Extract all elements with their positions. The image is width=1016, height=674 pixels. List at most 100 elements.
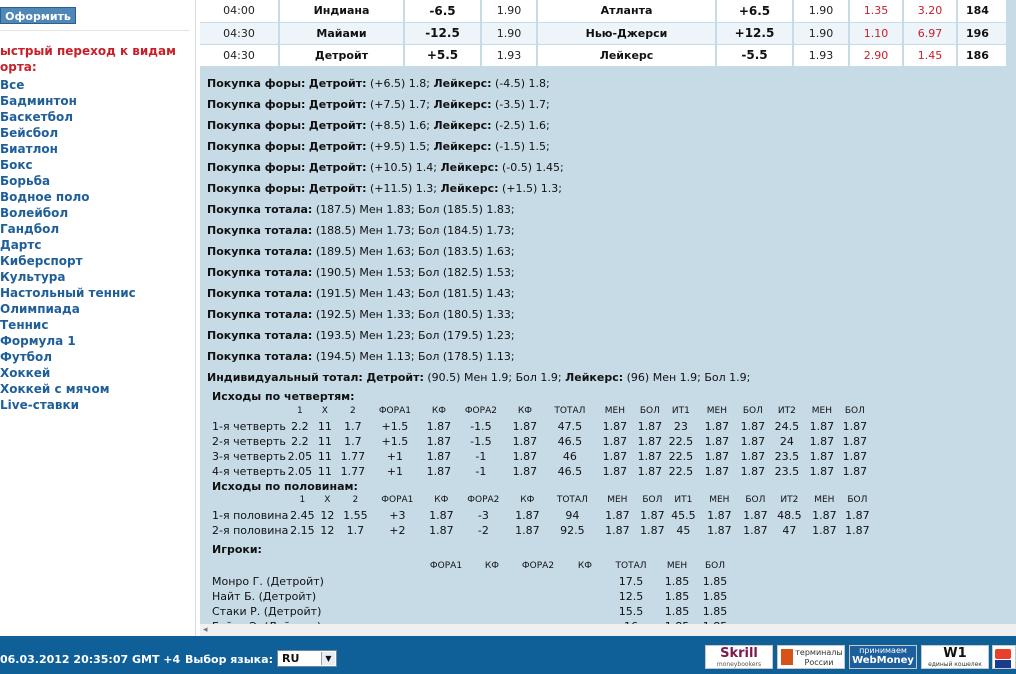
odds-cell[interactable]: 2.45	[288, 508, 316, 523]
sport-link[interactable]: Олимпиада	[0, 301, 136, 317]
sport-link[interactable]: Теннис	[0, 317, 136, 333]
odds-cell[interactable]: 1.87	[736, 464, 770, 479]
odds-cell[interactable]: 1.87	[420, 464, 458, 479]
win-odds-1[interactable]: 2.90	[849, 44, 904, 67]
sport-link[interactable]: Live-ставки	[0, 397, 136, 413]
odds-cell[interactable]	[420, 604, 472, 619]
bet-line-value[interactable]: (189.5) Мен 1.63; Бол (183.5) 1.63;	[316, 245, 515, 258]
odds-cell[interactable]: -3	[460, 508, 506, 523]
odds-cell[interactable]: 46.5	[546, 434, 594, 449]
odds-cell[interactable]: 1.87	[594, 434, 636, 449]
away-handicap[interactable]: +12.5	[716, 22, 794, 45]
total-value[interactable]: 196	[957, 22, 1008, 45]
odds-cell[interactable]: 22.5	[664, 434, 698, 449]
bet-line-value[interactable]: (96) Мен 1.9; Бол 1.9;	[627, 371, 751, 384]
odds-cell[interactable]: 1.87	[636, 434, 664, 449]
odds-cell[interactable]: 1.87	[804, 434, 840, 449]
odds-cell[interactable]: 45	[666, 523, 700, 538]
odds-cell[interactable]: 1.87	[636, 464, 664, 479]
odds-cell[interactable]: 1.87	[738, 508, 772, 523]
odds-cell[interactable]	[420, 574, 472, 589]
odds-cell[interactable]: +3	[372, 508, 422, 523]
home-handicap-odds[interactable]: 1.90	[481, 0, 538, 23]
odds-cell[interactable]: 1.87	[842, 523, 872, 538]
away-handicap-odds[interactable]: 1.90	[793, 22, 850, 45]
odds-cell[interactable]: 1.87	[736, 434, 770, 449]
sport-link[interactable]: Бейсбол	[0, 125, 136, 141]
bet-line-value[interactable]: (-2.5) 1.6;	[495, 119, 550, 132]
odds-cell[interactable]: 47.5	[546, 419, 594, 434]
unified-wallet-logo[interactable]: W1 единый кошелек	[921, 645, 989, 669]
odds-cell[interactable]: 47	[772, 523, 806, 538]
odds-cell[interactable]: 1.87	[422, 508, 460, 523]
sport-link[interactable]: Баскетбол	[0, 109, 136, 125]
sport-link[interactable]: Культура	[0, 269, 136, 285]
bet-line-value[interactable]: (+7.5) 1.7;	[370, 98, 430, 111]
odds-cell[interactable]: 2.2	[286, 419, 314, 434]
odds-cell[interactable]: 1.87	[636, 449, 664, 464]
odds-cell[interactable]: 12	[316, 508, 338, 523]
odds-cell[interactable]: 1.87	[698, 434, 736, 449]
odds-cell[interactable]: 11	[314, 419, 336, 434]
odds-cell[interactable]	[512, 574, 564, 589]
sport-link[interactable]: Все	[0, 77, 136, 93]
odds-cell[interactable]: 1.87	[504, 449, 546, 464]
odds-cell[interactable]: 1.87	[840, 449, 870, 464]
odds-cell[interactable]: 1.85	[698, 604, 732, 619]
odds-cell[interactable]: 1.87	[736, 419, 770, 434]
home-handicap[interactable]: -12.5	[404, 22, 482, 45]
bet-line-value[interactable]: (-4.5) 1.8;	[495, 77, 550, 90]
odds-cell[interactable]: 1.87	[594, 449, 636, 464]
bet-line-value[interactable]: (188.5) Мен 1.73; Бол (184.5) 1.73;	[316, 224, 515, 237]
odds-cell[interactable]: 1.87	[638, 508, 666, 523]
odds-cell[interactable]: 1.87	[638, 523, 666, 538]
odds-cell[interactable]	[564, 589, 606, 604]
odds-cell[interactable]: 24.5	[770, 419, 804, 434]
odds-cell[interactable]: 1.77	[336, 464, 370, 479]
home-handicap-odds[interactable]: 1.90	[481, 22, 538, 45]
sport-link[interactable]: Бадминтон	[0, 93, 136, 109]
odds-cell[interactable]: 1.87	[804, 419, 840, 434]
bet-line-value[interactable]: (+11.5) 1.3;	[370, 182, 437, 195]
total-value[interactable]: 184	[957, 0, 1008, 23]
odds-cell[interactable]	[420, 589, 472, 604]
odds-cell[interactable]: 48.5	[772, 508, 806, 523]
odds-cell[interactable]: +1	[370, 449, 420, 464]
sport-link[interactable]: Футбол	[0, 349, 136, 365]
bet-line-value[interactable]: (+8.5) 1.6;	[370, 119, 430, 132]
odds-cell[interactable]: 1.87	[842, 508, 872, 523]
sport-link[interactable]: Хоккей	[0, 365, 136, 381]
odds-cell[interactable]: 1.87	[504, 434, 546, 449]
odds-cell[interactable]: 11	[314, 464, 336, 479]
odds-cell[interactable]: 23.5	[770, 464, 804, 479]
odds-cell[interactable]: -1.5	[458, 434, 504, 449]
bet-line-value[interactable]: (+9.5) 1.5;	[370, 140, 430, 153]
win-odds-1[interactable]: 1.10	[849, 22, 904, 45]
sport-link[interactable]: Водное поло	[0, 189, 136, 205]
odds-cell[interactable]: 1.87	[504, 464, 546, 479]
win-odds-2[interactable]: 3.20	[903, 0, 958, 23]
odds-cell[interactable]: 12.5	[606, 589, 656, 604]
odds-cell[interactable]: 1.87	[736, 449, 770, 464]
odds-cell[interactable]: 15.5	[606, 604, 656, 619]
sport-link[interactable]: Хоккей с мячом	[0, 381, 136, 397]
odds-cell[interactable]: 1.87	[506, 508, 548, 523]
odds-cell[interactable]: +1	[370, 464, 420, 479]
away-handicap-odds[interactable]: 1.93	[793, 44, 850, 67]
sport-link[interactable]: Борьба	[0, 173, 136, 189]
sport-link[interactable]: Настольный теннис	[0, 285, 136, 301]
odds-cell[interactable]: 1.87	[596, 523, 638, 538]
win-odds-1[interactable]: 1.35	[849, 0, 904, 23]
home-handicap[interactable]: +5.5	[404, 44, 482, 67]
bet-line-value[interactable]: (192.5) Мен 1.33; Бол (180.5) 1.33;	[316, 308, 515, 321]
odds-cell[interactable]: 2.05	[286, 449, 314, 464]
home-handicap-odds[interactable]: 1.93	[481, 44, 538, 67]
odds-cell[interactable]: 2.15	[288, 523, 316, 538]
bet-line-value[interactable]: (191.5) Мен 1.43; Бол (181.5) 1.43;	[316, 287, 515, 300]
bet-line-value[interactable]: (+10.5) 1.4;	[370, 161, 437, 174]
odds-cell[interactable]	[564, 604, 606, 619]
odds-cell[interactable]: 1.87	[420, 434, 458, 449]
total-value[interactable]: 186	[957, 44, 1008, 67]
bet-line-value[interactable]: (190.5) Мен 1.53; Бол (182.5) 1.53;	[316, 266, 515, 279]
away-handicap[interactable]: -5.5	[716, 44, 794, 67]
